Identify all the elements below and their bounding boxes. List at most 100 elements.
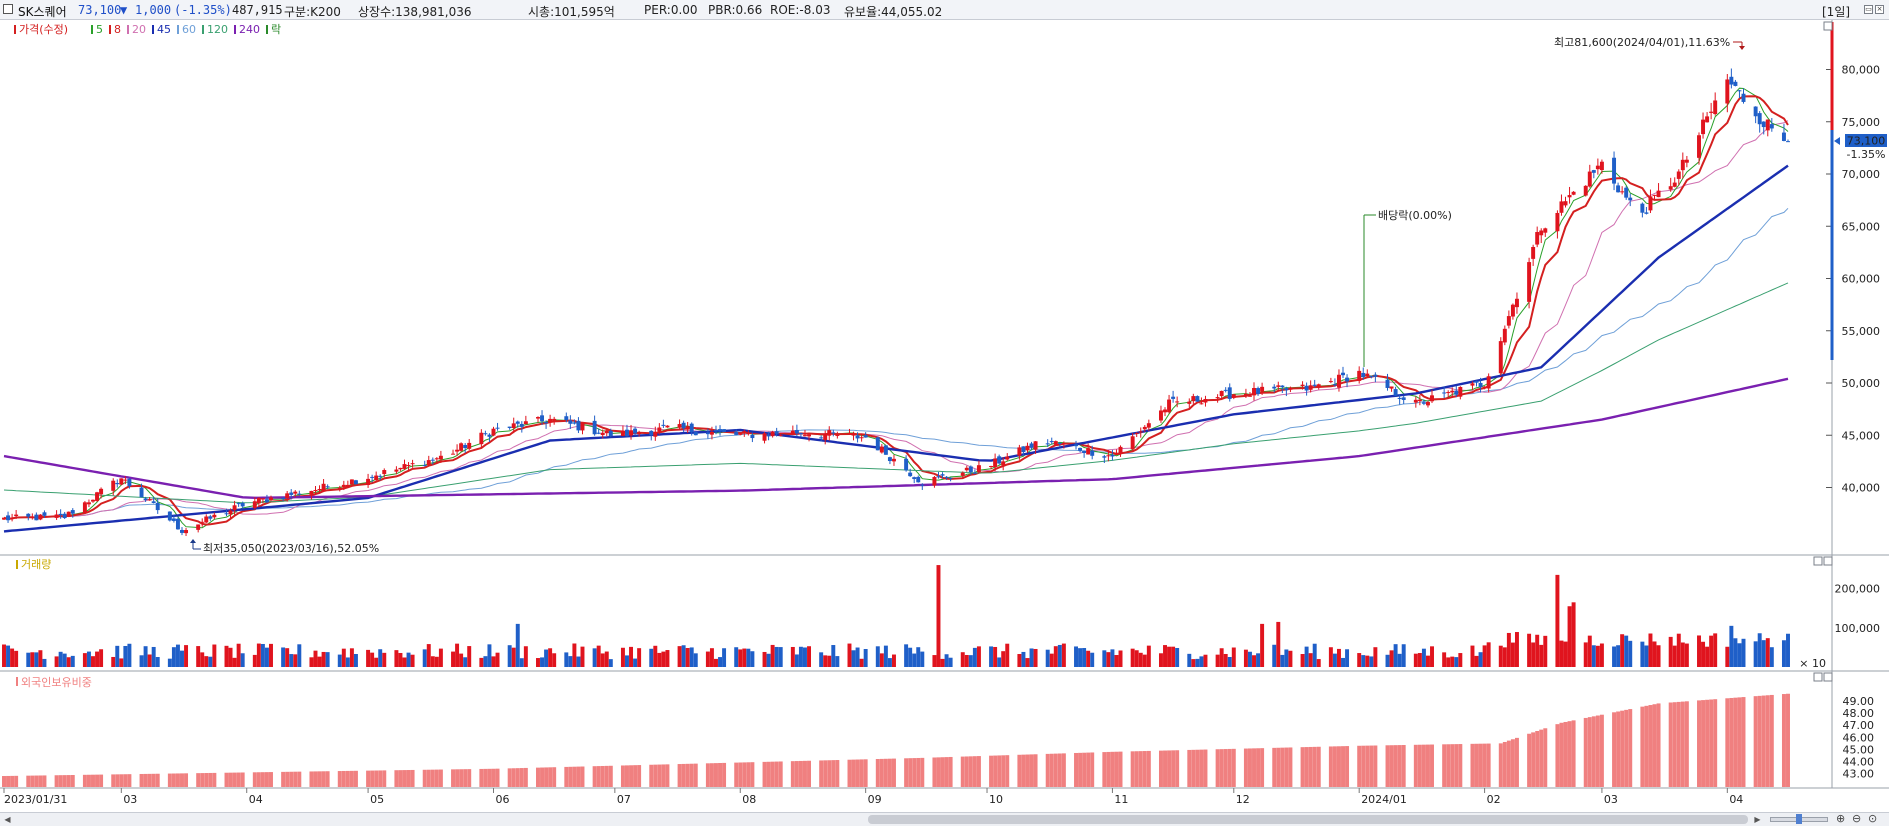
volume-bar (167, 658, 172, 667)
foreign-ratio-bar (378, 770, 383, 787)
foreign-ratio-bar (863, 759, 868, 787)
foreign-panel-restore-icon[interactable] (1813, 672, 1823, 682)
candle-body (1215, 397, 1220, 399)
zoom-slider-knob[interactable] (1796, 814, 1802, 824)
foreign-ratio-bar (1288, 747, 1293, 787)
scroll-right-icon[interactable]: ▶ (1752, 814, 1763, 825)
foreign-ratio-bar (1017, 754, 1022, 787)
volume-bar (1458, 653, 1463, 667)
scroll-thumb[interactable] (868, 815, 1748, 824)
zoom-reset-icon[interactable]: ⊙ (1868, 813, 1880, 825)
volume-bar (1134, 650, 1139, 667)
foreign-ratio-bar (1559, 722, 1564, 787)
legend-item[interactable]: 락 (271, 23, 281, 36)
volume-bar (1215, 654, 1220, 667)
volume-bar (823, 655, 828, 667)
stock-chart[interactable]: 80,000 75,000 70,000 65,000 60,000 55,000 50,0… (0, 0, 1889, 812)
legend-item[interactable]: 5 (96, 23, 103, 36)
foreign-ratio-bar (115, 774, 120, 787)
legend-item[interactable]: 8 (114, 23, 121, 36)
foreign-ratio-bar (515, 768, 520, 787)
volume-bar (378, 649, 383, 667)
volume-bar (1005, 643, 1010, 667)
price-tick-label: 75,000 (1842, 116, 1881, 129)
volume-bar (718, 657, 723, 667)
volume-panel-restore-icon[interactable] (1813, 556, 1823, 566)
zoom-out-icon[interactable]: ⊖ (1852, 813, 1864, 825)
volume-bar (1737, 643, 1742, 667)
volume-bar (540, 657, 545, 667)
candle-body (604, 430, 609, 434)
high-annotation: 최고81,600(2024/04/01),11.63% (1554, 36, 1730, 49)
volume-bar (883, 645, 888, 667)
volume-bar (264, 647, 269, 667)
price-tick-label: 65,000 (1842, 220, 1881, 233)
foreign-ratio-bar (82, 774, 87, 787)
volume-panel-close-icon[interactable] (1823, 556, 1833, 566)
chart-scrollbar[interactable]: ◀ ▶ ⊕ ⊖ ⊙ (0, 812, 1889, 826)
foreign-ratio-bar (1786, 693, 1790, 787)
candle-body (1102, 456, 1107, 458)
foreign-ratio-bar (1134, 751, 1139, 787)
volume-bar (944, 654, 949, 667)
foreign-ratio-bar (1741, 697, 1746, 787)
foreign-ratio-bar (1753, 696, 1758, 787)
foreign-ratio-bar (689, 763, 694, 787)
candle-body (1130, 436, 1135, 450)
foreign-ratio-bar (1304, 747, 1309, 787)
volume-bar (1053, 646, 1058, 667)
foreign-ratio-bar (1142, 751, 1147, 787)
legend-item[interactable]: 120 (207, 23, 228, 36)
volume-bar (155, 657, 160, 667)
foreign-ratio-bar (1761, 695, 1766, 787)
candle-body (1498, 341, 1503, 374)
foreign-ratio-bar (770, 761, 775, 787)
candle-body (1114, 453, 1119, 455)
foreign-ratio-bar (964, 756, 969, 787)
candle-body (944, 476, 949, 478)
foreign-panel-close-icon[interactable] (1823, 672, 1833, 682)
volume-bar (463, 657, 468, 667)
volume-bar (519, 658, 524, 667)
volume-bar (422, 649, 427, 667)
foreign-ratio-bar (1680, 701, 1685, 787)
legend-item[interactable]: 20 (132, 23, 146, 36)
foreign-ratio-bar (422, 769, 427, 787)
price-panel-close-icon[interactable] (1823, 21, 1833, 31)
volume-bar (774, 646, 779, 667)
foreign-ratio-bar (1478, 743, 1483, 787)
legend-item[interactable]: 가격(수정) (19, 23, 68, 36)
volume-bar (803, 647, 807, 667)
candle-body (1781, 132, 1786, 141)
scroll-left-icon[interactable]: ◀ (2, 814, 13, 825)
current-change-tag-text: -1.35% (1847, 148, 1886, 161)
legend-item[interactable]: 60 (182, 23, 196, 36)
foreign-ratio-bar (86, 774, 91, 787)
x-axis-label: 07 (617, 793, 631, 806)
foreign-ratio-bar (426, 769, 431, 787)
candle-body (1110, 454, 1115, 457)
foreign-ratio-bar (1425, 744, 1430, 787)
volume-bar (1648, 633, 1653, 667)
volume-bar (402, 657, 407, 667)
volume-bar (714, 658, 718, 667)
candle-body (1454, 390, 1459, 395)
foreign-ratio-bar (794, 761, 799, 787)
volume-bar (1571, 602, 1576, 667)
candle-body (370, 476, 375, 478)
volume-bar (483, 656, 488, 667)
legend-item[interactable]: 45 (157, 23, 171, 36)
foreign-ratio-bar (722, 762, 727, 787)
volume-tick-label: 200,000 (1835, 583, 1881, 596)
foreign-ratio-bar (123, 774, 128, 787)
volume-bar (341, 648, 346, 667)
volume-bar (1341, 657, 1345, 667)
candle-body (993, 458, 998, 468)
foreign-ratio-bar (1470, 743, 1475, 787)
zoom-in-icon[interactable]: ⊕ (1836, 813, 1848, 825)
volume-bar (232, 657, 237, 667)
candle-body (851, 433, 856, 436)
legend-item[interactable]: 240 (239, 23, 260, 36)
candle-body (406, 465, 411, 467)
foreign-tick-label: 49.00 (1843, 695, 1875, 708)
